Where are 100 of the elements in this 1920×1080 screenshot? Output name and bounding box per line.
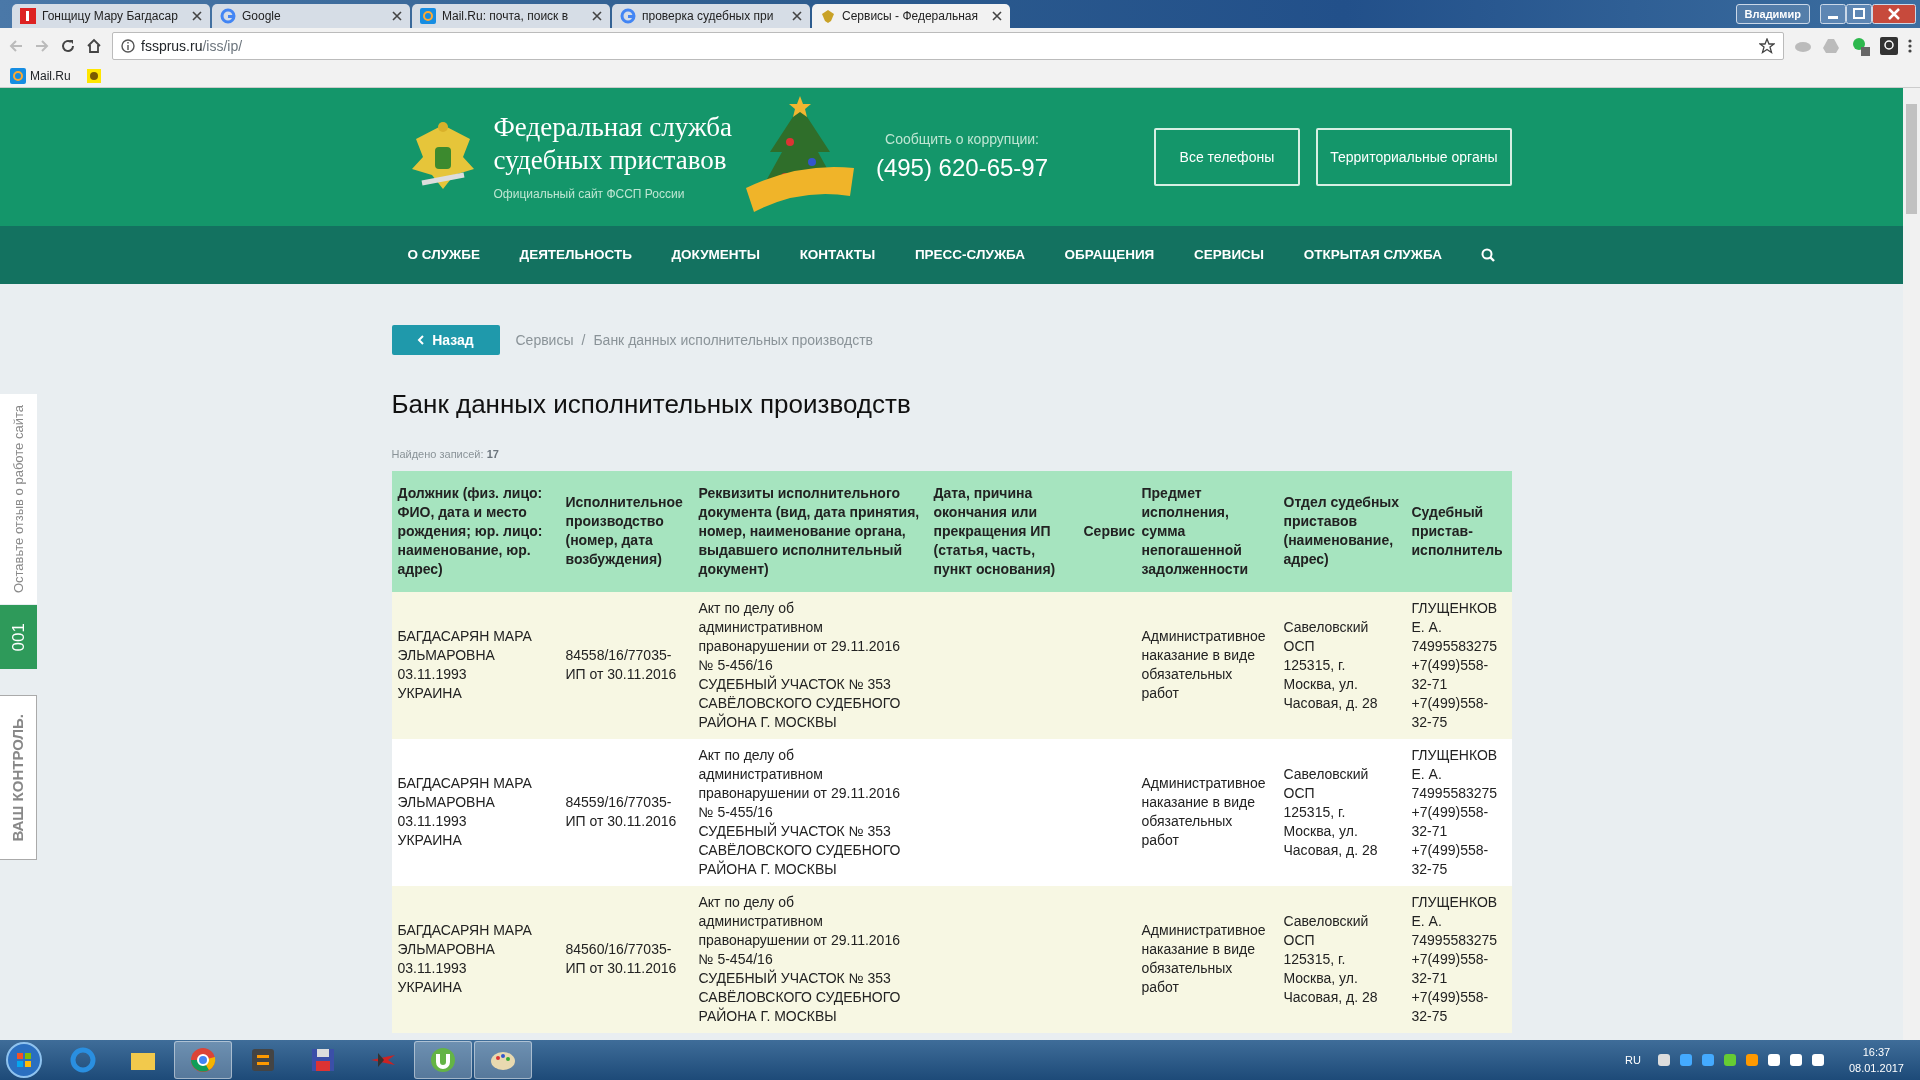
chevron-left-icon: [417, 335, 425, 345]
tray-icon: [1766, 1053, 1781, 1067]
close-icon: [992, 11, 1002, 21]
location-pin-icon: [1880, 37, 1898, 55]
column-header: Отдел судебных приставов (наименование, адрес): [1277, 470, 1406, 592]
nav-link[interactable]: ОТКРЫТАЯ СЛУЖБА: [1303, 244, 1442, 266]
back-arrow-icon: [8, 38, 24, 54]
column-header: Предмет исполнения, сумма непогашенной задолженности: [1135, 470, 1278, 592]
table-cell: ГЛУЩЕНКОВ Е. А. 74995583275 +7(499)558-32-71 +7(499)558-32-75: [1405, 591, 1512, 739]
close-icon: [192, 11, 202, 21]
table-cell: Административное наказание в виде обязательных работ: [1135, 738, 1278, 886]
column-header: Реквизиты исполнительного документа (вид, дата принятия, номер, наименование органа, выдавшего исполнительный документ): [692, 470, 928, 592]
reload-icon: [60, 38, 76, 54]
column-header: Дата, причина окончания или прекращения ИП (статья, часть, пункт основания): [927, 470, 1078, 592]
browser-icon: [68, 1045, 98, 1075]
nav-link[interactable]: КОНТАКТЫ: [799, 244, 876, 266]
records-count: Найдено записей: 17: [391, 447, 500, 463]
table-cell: ГЛУЩЕНКОВ Е. А. 74995583275 +7(499)558-32-71 +7(499)558-32-75: [1405, 738, 1512, 886]
tab-title: проверка судебных при: [642, 8, 775, 25]
browser-tab[interactable]: Google: [212, 4, 410, 28]
google-icon: [620, 8, 636, 24]
close-icon: [592, 11, 602, 21]
page-heading: Банк данных исполнительных производств: [391, 389, 912, 421]
address-field[interactable]: fssprus.ru/iss/ip/: [112, 32, 1784, 60]
side-tab[interactable]: ВАШ КОНТРОЛЬ.: [0, 695, 37, 860]
breadcrumb-item: Банк данных исполнительных производств: [593, 330, 873, 350]
table-cell: Акт по делу об административном правонарушении от 29.11.2016 № 5-456/16 СУДЕБНЫЙ УЧАСТОК № 353 САВЁЛОВСКОГО СУДЕБНОГО РАЙОНА Г. МОСКВЫ: [692, 591, 928, 739]
torrent-icon: [428, 1045, 458, 1075]
tab-title: Гонщицу Мару Багдасар: [42, 8, 179, 25]
tab-title: Сервисы - Федеральная: [842, 8, 979, 25]
nav-link[interactable]: СЕРВИСЫ: [1193, 244, 1265, 266]
forward-arrow-icon: [34, 38, 50, 54]
restore-icon: [1846, 4, 1872, 24]
close-icon: [392, 11, 402, 21]
table-cell: 84560/16/77035-ИП от 30.11.2016: [559, 885, 693, 1033]
column-header: Судебный пристав-исполнитель: [1405, 470, 1512, 592]
tray-icon: [1788, 1053, 1803, 1067]
clock-time: 16:37: [1861, 1044, 1892, 1060]
side-tab[interactable]: Оставьте отзыв о работе сайта: [0, 394, 37, 604]
menu-icon: [1908, 38, 1912, 54]
table-cell: БАГДАСАРЯН МАРА ЭЛЬМАРОВНА 03.11.1993 УКРАИНА: [391, 738, 560, 886]
column-header: Исполнительное производство (номер, дата возбуждения): [559, 470, 693, 592]
y-logo-icon: [20, 8, 36, 24]
google-icon: [220, 8, 236, 24]
table-cell: Административное наказание в виде обязательных работ: [1135, 591, 1278, 739]
clock[interactable]: 16:37 08.01.2017: [1848, 1043, 1904, 1077]
header-button[interactable]: Все телефоны: [1153, 128, 1301, 186]
tray-icon: [1700, 1053, 1715, 1067]
close-icon: [792, 11, 802, 21]
close-icon: [1872, 4, 1916, 24]
tray-icon: [1678, 1053, 1693, 1067]
table-cell: Савеловский ОСП 125315, г. Москва, ул. Часовая, д. 28: [1277, 885, 1406, 1033]
info-icon: [121, 39, 135, 53]
user-button[interactable]: Владимир: [1735, 4, 1810, 24]
url-text: fssprus.ru/iss/ip/: [141, 36, 243, 56]
tab-title: Mail.Ru: почта, поиск в: [442, 8, 570, 25]
start-orb-icon: [4, 1041, 44, 1079]
scrollbar[interactable]: [1903, 88, 1920, 1040]
table-cell: Савеловский ОСП 125315, г. Москва, ул. Часовая, д. 28: [1277, 591, 1406, 739]
site-title: Федеральная служба судебных приставов: [493, 111, 732, 177]
nav-link[interactable]: ДЕЯТЕЛЬНОСТЬ: [519, 244, 632, 266]
home-icon: [86, 38, 102, 54]
column-header: Должник (физ. лицо: ФИО, дата и место рождения; юр. лицо: наименование, юр. адрес): [391, 470, 560, 592]
browser-tab[interactable]: Гонщицу Мару Багдасар: [12, 4, 210, 28]
chrome-icon: [188, 1045, 218, 1075]
bookmark[interactable]: Mail.Ru: [10, 66, 71, 85]
at-sign-icon: [10, 67, 26, 84]
tray-icon: [1722, 1053, 1737, 1067]
table-cell: Акт по делу об административном правонарушении от 29.11.2016 № 5-455/16 СУДЕБНЫЙ УЧАСТОК № 353 САВЁЛОВСКОГО СУДЕБНОГО РАЙОНА Г. МОСКВЫ: [692, 738, 928, 886]
minimize-icon: [1820, 4, 1846, 24]
clock-date: 08.01.2017: [1848, 1061, 1904, 1076]
back-button[interactable]: Назад: [391, 325, 500, 355]
site-subtitle: Официальный сайт ФССП России: [493, 186, 686, 203]
eagle-icon: [820, 8, 836, 24]
star-icon: [1759, 38, 1775, 54]
tray-icon: [1656, 1053, 1671, 1067]
at-sign-icon: [420, 8, 436, 24]
taskbar-button[interactable]: [474, 1041, 532, 1079]
nav-link[interactable]: ПРЕСС-СЛУЖБА: [914, 244, 1026, 266]
browser-tab[interactable]: Mail.Ru: почта, поиск в: [412, 4, 610, 28]
extension-icon: [1850, 36, 1870, 56]
breadcrumb-separator: /: [581, 330, 586, 350]
taskbar-button[interactable]: [174, 1041, 232, 1079]
taskbar-button[interactable]: [414, 1041, 472, 1079]
nav-link[interactable]: ОБРАЩЕНИЯ: [1064, 244, 1155, 266]
bookmark-icon[interactable]: [86, 68, 101, 83]
nav-link[interactable]: ДОКУМЕНТЫ: [671, 244, 761, 266]
nav-link[interactable]: О СЛУЖБЕ: [407, 244, 480, 266]
language-indicator[interactable]: RU: [1625, 1051, 1641, 1069]
tray-icon: [1744, 1053, 1759, 1067]
phone-number: (495) 620-65-97: [875, 152, 1049, 183]
browser-tab[interactable]: проверка судебных при: [612, 4, 810, 28]
table-cell: 84559/16/77035-ИП от 30.11.2016: [559, 738, 693, 886]
table-cell: ГЛУЩЕНКОВ Е. А. 74995583275 +7(499)558-32-71 +7(499)558-32-75: [1405, 885, 1512, 1033]
side-tab[interactable]: 001: [0, 605, 37, 669]
browser-tab[interactable]: Сервисы - Федеральная: [812, 4, 1010, 28]
header-button[interactable]: Территориальные органы: [1316, 128, 1512, 186]
column-header: Сервис: [1077, 470, 1136, 592]
table-cell: БАГДАСАРЯН МАРА ЭЛЬМАРОВНА 03.11.1993 УКРАИНА: [391, 885, 560, 1033]
corruption-label: Сообщить о коррупции:: [884, 129, 1040, 149]
